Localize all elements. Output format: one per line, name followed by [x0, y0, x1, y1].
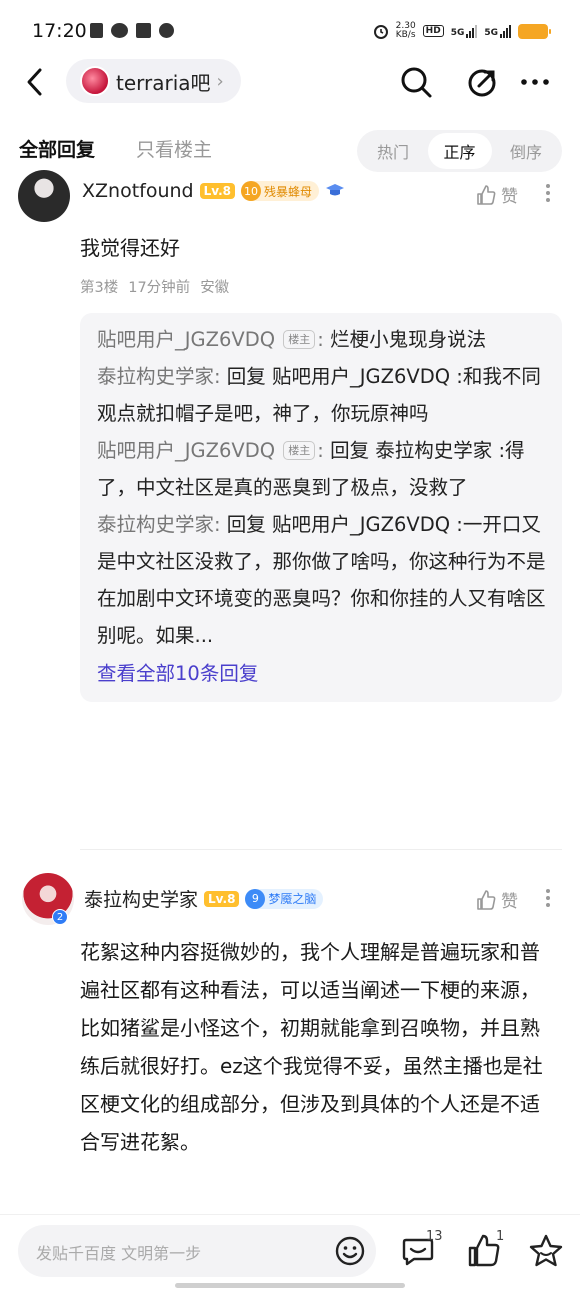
- avatar-badge: 2: [52, 909, 68, 925]
- level-badge: Lv.8: [199, 183, 236, 199]
- favorite-button[interactable]: [528, 1233, 564, 1269]
- post-text: 花絮这种内容挺微妙的，我个人理解是普遍玩家和普遍社区都有这种看法，可以适当阐述一…: [80, 940, 543, 1154]
- title-badge: 10 残暴蜂母: [241, 181, 320, 201]
- graduation-cap-icon: [326, 184, 345, 196]
- status-right: 2.30 KB/s HD 5G 5G: [373, 22, 551, 40]
- post-meta: 第3楼 17分钟前 安徽: [80, 276, 229, 297]
- title-badge-number: 10: [241, 181, 262, 201]
- notification-icons: [90, 23, 174, 38]
- op-tag: 楼主: [283, 441, 316, 460]
- emoji-button[interactable]: [334, 1235, 366, 1267]
- like-button[interactable]: 赞: [475, 887, 518, 912]
- tab-op-only[interactable]: 只看楼主: [136, 135, 212, 162]
- user-line: 泰拉构史学家 Lv.8 9 梦魇之脑: [84, 885, 324, 912]
- comment-count: 13: [426, 1229, 443, 1244]
- post-time: 17分钟前: [128, 280, 191, 296]
- reply-author[interactable]: 贴吧用户_JGZ6VDQ: [97, 328, 275, 351]
- smiley-icon: [335, 1236, 365, 1266]
- thumbs-up-icon: [477, 889, 496, 910]
- reply-separator: :: [214, 513, 221, 536]
- share-icon: [468, 69, 496, 97]
- status-bar: 17:20 2.30 KB/s HD 5G 5G: [0, 0, 580, 62]
- reply-author[interactable]: 泰拉构史学家: [97, 513, 214, 536]
- post-location: 安徽: [200, 280, 230, 296]
- signal-icon-1: 5G: [450, 24, 478, 38]
- signal-icon-2: 5G: [484, 24, 511, 38]
- signal-label-1: 5G: [450, 27, 465, 38]
- like-count: 1: [496, 1229, 505, 1244]
- avatar[interactable]: [18, 170, 70, 222]
- net-speed: 2.30 KB/s: [396, 22, 416, 40]
- app-icon: [136, 23, 151, 38]
- share-button[interactable]: [465, 64, 501, 100]
- more-horizontal-icon: [521, 79, 549, 85]
- tab-all-replies[interactable]: 全部回复: [19, 135, 95, 162]
- more-button[interactable]: [517, 64, 553, 100]
- reply-author[interactable]: 贴吧用户_JGZ6VDQ: [97, 439, 275, 462]
- post-more-button[interactable]: [546, 184, 552, 202]
- net-speed-unit: KB/s: [395, 30, 416, 40]
- hd-icon: HD: [422, 25, 444, 37]
- like-button[interactable]: 赞: [475, 182, 518, 207]
- star-icon: [529, 1234, 563, 1267]
- forum-name: terraria吧: [116, 70, 211, 95]
- reply-separator: :: [317, 328, 324, 351]
- sort-descending[interactable]: 倒序: [494, 133, 558, 169]
- title-badge-name: 梦魇之脑: [268, 892, 317, 906]
- floor-number: 第3楼: [80, 280, 119, 296]
- username[interactable]: 泰拉构史学家: [84, 885, 198, 912]
- reply-input[interactable]: 发贴千百度 文明第一步: [18, 1225, 376, 1277]
- reply-separator: :: [214, 365, 221, 388]
- wechat-icon: [111, 23, 128, 38]
- title-badge: 9 梦魇之脑: [245, 888, 324, 909]
- sub-reply[interactable]: 泰拉构史学家: 回复 贴吧用户_JGZ6VDQ :一开口又是中文社区没救了，那你…: [97, 506, 546, 654]
- sort-ascending[interactable]: 正序: [427, 133, 492, 169]
- back-arrow-icon: [27, 68, 42, 96]
- sort-hot[interactable]: 热门: [361, 133, 425, 169]
- reply-text: 烂梗小鬼现身说法: [323, 328, 487, 351]
- alarm-icon: [373, 25, 388, 39]
- title-badge-number: 9: [245, 888, 266, 909]
- chevron-right-icon: ›: [216, 70, 224, 92]
- message-icon: [159, 23, 174, 38]
- level-badge: Lv.8: [204, 890, 240, 907]
- sub-replies-box[interactable]: 贴吧用户_JGZ6VDQ 楼主: 烂梗小鬼现身说法 泰拉构史学家: 回复 贴吧用…: [80, 313, 562, 702]
- divider: [80, 849, 562, 850]
- sub-reply[interactable]: 泰拉构史学家: 回复 贴吧用户_JGZ6VDQ :和我不同观点就扣帽子是吧，神了…: [97, 358, 546, 432]
- reply-input-placeholder: 发贴千百度 文明第一步: [36, 1244, 202, 1263]
- reply-separator: :: [317, 439, 324, 462]
- search-button[interactable]: [398, 64, 434, 100]
- reply-author[interactable]: 泰拉构史学家: [97, 365, 214, 388]
- clipboard-icon: [90, 23, 103, 38]
- battery-icon: [518, 23, 551, 39]
- user-line: XZnotfound Lv.8 10 残暴蜂母: [82, 180, 345, 202]
- like-label: 赞: [501, 187, 518, 207]
- nav-bar: terraria吧 ›: [0, 56, 580, 108]
- forum-entry-button[interactable]: terraria吧 ›: [66, 59, 241, 103]
- like-label: 赞: [501, 892, 518, 912]
- title-badge-name: 残暴蜂母: [264, 184, 313, 199]
- sub-reply[interactable]: 贴吧用户_JGZ6VDQ 楼主: 回复 泰拉构史学家 :得了，中文社区是真的恶臭…: [97, 432, 546, 506]
- post-more-button[interactable]: [546, 889, 552, 907]
- back-button[interactable]: [20, 64, 50, 100]
- tabs-row: 全部回复 只看楼主 热门 正序 倒序: [0, 126, 580, 176]
- view-all-replies-link[interactable]: 查看全部10条回复: [97, 654, 546, 694]
- post-text: 我觉得还好: [80, 236, 180, 260]
- thumbs-up-icon: [477, 184, 496, 205]
- forum-avatar: [80, 66, 110, 96]
- sub-reply[interactable]: 贴吧用户_JGZ6VDQ 楼主: 烂梗小鬼现身说法: [97, 321, 546, 358]
- signal-label-2: 5G: [484, 27, 498, 38]
- op-tag: 楼主: [283, 330, 316, 349]
- username[interactable]: XZnotfound: [82, 180, 194, 202]
- home-indicator: [175, 1283, 405, 1288]
- status-time: 17:20: [32, 20, 87, 42]
- search-icon: [401, 67, 432, 98]
- bottom-bar: 发贴千百度 文明第一步 13 1: [0, 1214, 580, 1289]
- sort-toggle: 热门 正序 倒序: [357, 130, 562, 172]
